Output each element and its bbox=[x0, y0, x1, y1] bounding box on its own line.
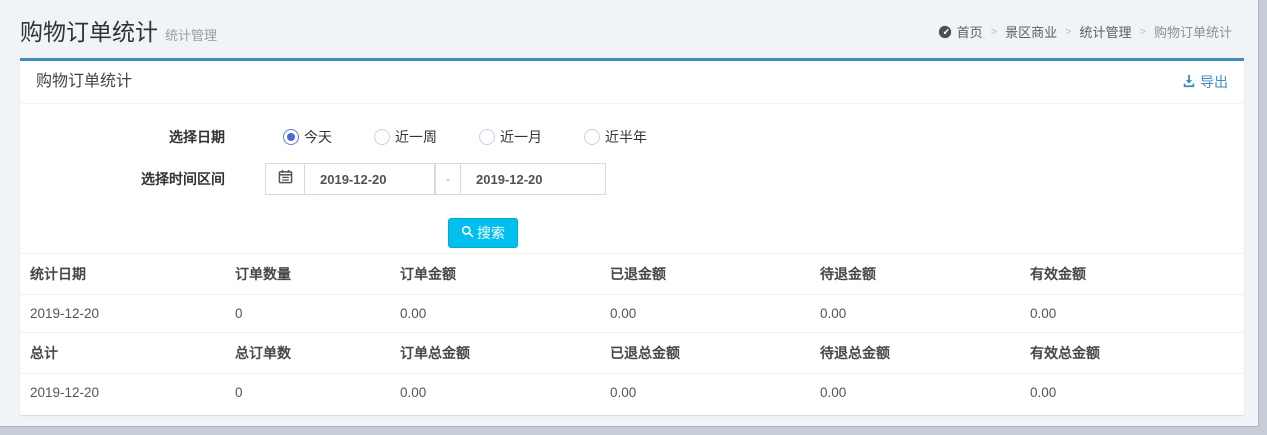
search-button-label: 搜索 bbox=[477, 223, 505, 243]
date-filter-label: 选择日期 bbox=[20, 127, 225, 147]
cell-refunded-amount: 0.00 bbox=[600, 295, 810, 333]
export-button[interactable]: 导出 bbox=[1182, 72, 1228, 92]
radio-last-half-year-label: 近半年 bbox=[605, 127, 647, 147]
radio-last-week-label: 近一周 bbox=[395, 127, 437, 147]
breadcrumb: 首页 > 景区商业 > 统计管理 > 购物订单统计 bbox=[938, 22, 1232, 41]
cell-total-order-amount: 0.00 bbox=[390, 374, 600, 412]
radio-last-month-label: 近一月 bbox=[500, 127, 542, 147]
column-header: 已退总金额 bbox=[600, 333, 810, 374]
cell-stat-date: 2019-12-20 bbox=[20, 374, 225, 412]
panel-title: 购物订单统计 bbox=[36, 73, 132, 90]
breadcrumb-separator: > bbox=[991, 26, 997, 38]
cell-total-valid-amount: 0.00 bbox=[1020, 374, 1244, 412]
radio-last-month[interactable]: 近一月 bbox=[479, 127, 542, 147]
search-icon bbox=[461, 225, 477, 241]
column-header: 待退金额 bbox=[810, 254, 1020, 295]
breadcrumb-item-statistics-management[interactable]: 统计管理 bbox=[1080, 22, 1132, 41]
page: 购物订单统计统计管理 首页 > 景区商业 > 统计管理 bbox=[0, 0, 1259, 427]
calendar-addon bbox=[265, 163, 305, 195]
column-header: 总计 bbox=[20, 333, 225, 374]
radio-last-week[interactable]: 近一周 bbox=[374, 127, 437, 147]
cell-pending-refund-amount: 0.00 bbox=[810, 295, 1020, 333]
order-statistics-panel: 购物订单统计 导出 选择日期 bbox=[20, 58, 1244, 415]
breadcrumb-item-scenic-business[interactable]: 景区商业 bbox=[1005, 22, 1057, 41]
breadcrumb-item-current: 购物订单统计 bbox=[1154, 22, 1232, 41]
column-header: 有效总金额 bbox=[1020, 333, 1244, 374]
date-range-label: 选择时间区间 bbox=[20, 169, 225, 189]
cell-total-order-count: 0 bbox=[225, 374, 390, 412]
date-radio-group: 今天 近一周 近一月 近半年 bbox=[265, 127, 689, 147]
content-header: 购物订单统计统计管理 首页 > 景区商业 > 统计管理 bbox=[0, 0, 1258, 58]
radio-today[interactable]: 今天 bbox=[283, 127, 332, 147]
panel-header: 购物订单统计 导出 bbox=[20, 61, 1244, 104]
column-header: 订单金额 bbox=[390, 254, 600, 295]
dashboard-icon bbox=[938, 25, 952, 39]
breadcrumb-separator: > bbox=[1065, 26, 1071, 38]
calendar-icon bbox=[278, 169, 293, 189]
radio-last-month-circle[interactable] bbox=[479, 129, 495, 145]
download-icon bbox=[1182, 74, 1200, 91]
range-start-input[interactable] bbox=[304, 163, 435, 195]
column-header: 总订单数 bbox=[225, 333, 390, 374]
range-end-input[interactable] bbox=[460, 163, 606, 195]
cell-stat-date: 2019-12-20 bbox=[20, 295, 225, 333]
radio-last-half-year-circle[interactable] bbox=[584, 129, 600, 145]
radio-today-label: 今天 bbox=[304, 127, 332, 147]
breadcrumb-home-label: 首页 bbox=[957, 22, 983, 41]
breadcrumb-home[interactable]: 首页 bbox=[938, 22, 983, 41]
table-row-daily: 2019-12-20 0 0.00 0.00 0.00 0.00 bbox=[20, 295, 1244, 333]
column-header: 订单总金额 bbox=[390, 333, 600, 374]
column-header: 待退总金额 bbox=[810, 333, 1020, 374]
page-title: 购物订单统计统计管理 bbox=[20, 13, 217, 47]
cell-order-amount: 0.00 bbox=[390, 295, 600, 333]
page-title-text: 购物订单统计 bbox=[20, 19, 158, 45]
cell-order-count: 0 bbox=[225, 295, 390, 333]
column-header: 已退金额 bbox=[600, 254, 810, 295]
date-filter-row: 选择日期 今天 近一周 近一月 bbox=[20, 124, 1244, 150]
radio-last-week-circle[interactable] bbox=[374, 129, 390, 145]
panel-body: 选择日期 今天 近一周 近一月 bbox=[20, 124, 1244, 412]
breadcrumb-separator: > bbox=[1140, 26, 1146, 38]
export-label: 导出 bbox=[1200, 72, 1228, 92]
browser-viewport: 购物订单统计统计管理 首页 > 景区商业 > 统计管理 bbox=[0, 0, 1267, 435]
radio-today-circle[interactable] bbox=[283, 129, 299, 145]
column-header: 统计日期 bbox=[20, 254, 225, 295]
table-row-total: 2019-12-20 0 0.00 0.00 0.00 0.00 bbox=[20, 374, 1244, 412]
cell-total-refunded-amount: 0.00 bbox=[600, 374, 810, 412]
radio-last-half-year[interactable]: 近半年 bbox=[584, 127, 647, 147]
search-button[interactable]: 搜索 bbox=[448, 218, 518, 248]
table-header-row-daily: 统计日期 订单数量 订单金额 已退金额 待退金额 有效金额 bbox=[20, 254, 1244, 295]
cell-total-pending-refund-amount: 0.00 bbox=[810, 374, 1020, 412]
range-separator: - bbox=[435, 163, 461, 195]
column-header: 有效金额 bbox=[1020, 254, 1244, 295]
column-header: 订单数量 bbox=[225, 254, 390, 295]
page-subtitle: 统计管理 bbox=[165, 28, 217, 43]
date-range-input-group: - bbox=[265, 163, 606, 195]
date-range-row: 选择时间区间 bbox=[20, 163, 1244, 195]
cell-valid-amount: 0.00 bbox=[1020, 295, 1244, 333]
statistics-table: 统计日期 订单数量 订单金额 已退金额 待退金额 有效金额 2019-12-20… bbox=[20, 253, 1244, 412]
search-button-row: 搜索 bbox=[20, 218, 1244, 248]
table-header-row-total: 总计 总订单数 订单总金额 已退总金额 待退总金额 有效总金额 bbox=[20, 333, 1244, 374]
